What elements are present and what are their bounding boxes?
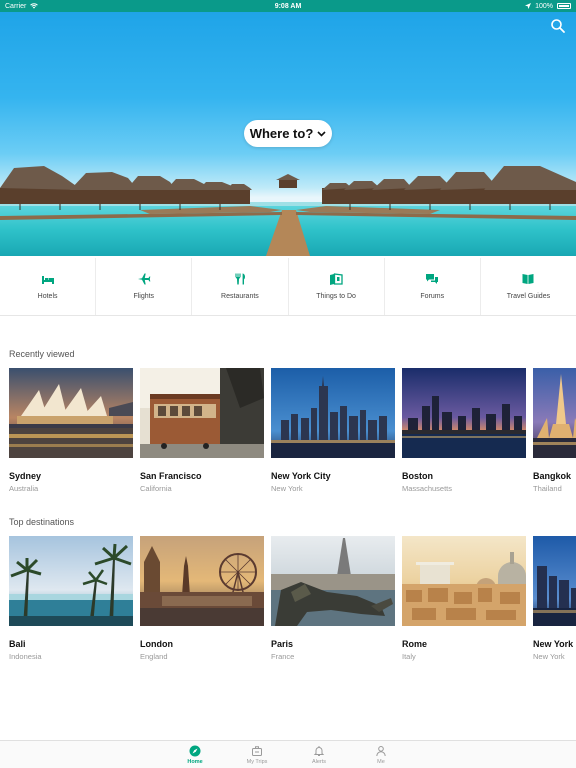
destination-card-rome[interactable]: Rome Italy: [402, 536, 526, 661]
destination-name: Paris: [271, 639, 294, 649]
paris-photo: [271, 536, 395, 626]
fork-knife-icon: [235, 273, 245, 285]
battery-percent: 100%: [535, 2, 553, 10]
destination-region: California: [140, 484, 172, 493]
status-right: 100%: [525, 3, 571, 10]
destination-region: England: [140, 652, 168, 661]
compass-icon: [189, 745, 201, 756]
category-label: Flights: [133, 293, 155, 300]
category-hotels[interactable]: Hotels: [0, 258, 97, 315]
where-to-button[interactable]: Where to?: [244, 120, 332, 147]
category-things-to-do[interactable]: Things to Do: [289, 258, 385, 315]
status-bar: Carrier 9:08 AM 100%: [0, 0, 576, 12]
tab-label: Me: [377, 758, 385, 765]
category-label: Travel Guides: [506, 293, 551, 300]
category-bar: Hotels Flights Restaurants Things to Do …: [0, 258, 576, 316]
person-icon: [376, 745, 386, 756]
recently-viewed-title: Recently viewed: [9, 349, 75, 359]
san-francisco-photo: [140, 368, 264, 458]
category-forums[interactable]: Forums: [385, 258, 481, 315]
destination-card-bali[interactable]: Bali Indonesia: [9, 536, 133, 661]
destination-name: Sydney: [9, 471, 42, 481]
recently-viewed-row: Sydney Australia San Francisco Californi…: [9, 368, 576, 493]
battery-icon: [557, 3, 571, 9]
where-to-label: Where to?: [249, 126, 314, 141]
destination-region: Indonesia: [9, 652, 42, 661]
chat-bubbles-icon: [426, 274, 439, 284]
suitcase-icon: [252, 745, 262, 756]
clock: 9:08 AM: [274, 2, 302, 10]
category-label: Forums: [420, 293, 445, 300]
category-flights[interactable]: Flights: [96, 258, 193, 315]
hero-banner: Where to?: [0, 12, 576, 256]
destination-region: Italy: [402, 652, 416, 661]
destination-region: New York: [533, 652, 565, 661]
tab-label: Home: [187, 758, 203, 765]
tab-label: Alerts: [311, 758, 327, 765]
destination-name: New York C: [533, 639, 576, 649]
destination-name: New York City: [271, 471, 331, 481]
overwater-villas-image: [0, 166, 576, 256]
destination-card-new-york[interactable]: New York C New York: [533, 536, 576, 661]
tab-home[interactable]: Home: [164, 741, 226, 768]
destination-name: Rome: [402, 639, 428, 649]
bangkok-photo: [533, 368, 576, 458]
location-arrow-icon: [525, 3, 532, 9]
destination-name: London: [140, 639, 173, 649]
status-left: Carrier: [5, 2, 39, 10]
destination-region: Thailand: [533, 484, 562, 493]
tab-bar: Home My Trips Alerts Me: [0, 740, 576, 768]
carrier-label: Carrier: [5, 2, 27, 10]
new-york-city-photo: [271, 368, 395, 458]
ticket-icon: [330, 273, 343, 285]
destination-region: New York: [271, 484, 303, 493]
new-york-photo: [533, 536, 576, 626]
category-restaurants[interactable]: Restaurants: [192, 258, 289, 315]
destination-card-bangkok[interactable]: Bangkok Thailand: [533, 368, 576, 493]
category-label: Hotels: [37, 293, 58, 300]
destination-card-sydney[interactable]: Sydney Australia: [9, 368, 133, 493]
destination-region: Australia: [9, 484, 39, 493]
boston-photo: [402, 368, 526, 458]
search-icon[interactable]: [550, 18, 566, 34]
destination-card-london[interactable]: London England: [140, 536, 264, 661]
top-destinations-title: Top destinations: [9, 517, 75, 527]
destination-name: Boston: [402, 471, 433, 481]
bali-photo: [9, 536, 133, 626]
destination-card-boston[interactable]: Boston Massachusetts: [402, 368, 526, 493]
destination-region: France: [271, 652, 295, 661]
tab-alerts[interactable]: Alerts: [288, 741, 350, 768]
tab-label: My Trips: [246, 758, 268, 765]
destination-name: Bangkok: [533, 471, 572, 481]
book-icon: [522, 274, 534, 284]
bell-icon: [313, 745, 325, 756]
london-photo: [140, 536, 264, 626]
destination-card-new-york-city[interactable]: New York City New York: [271, 368, 395, 493]
tab-me[interactable]: Me: [350, 741, 412, 768]
plane-icon: [137, 273, 151, 285]
category-label: Restaurants: [221, 293, 259, 300]
sydney-photo: [9, 368, 133, 458]
category-label: Things to Do: [316, 293, 356, 300]
destination-card-san-francisco[interactable]: San Francisco California: [140, 368, 264, 493]
destination-region: Massachusetts: [402, 484, 453, 493]
chevron-down-icon: [317, 130, 326, 137]
rome-photo: [402, 536, 526, 626]
bed-icon: [41, 276, 54, 284]
tab-my-trips[interactable]: My Trips: [226, 741, 288, 768]
destination-card-paris[interactable]: Paris France: [271, 536, 395, 661]
destination-name: San Francisco: [140, 471, 202, 481]
category-travel-guides[interactable]: Travel Guides: [481, 258, 576, 315]
destination-name: Bali: [9, 639, 26, 649]
top-destinations-row: Bali Indonesia London England Paris Fran…: [9, 536, 576, 661]
wifi-icon: [30, 3, 39, 9]
